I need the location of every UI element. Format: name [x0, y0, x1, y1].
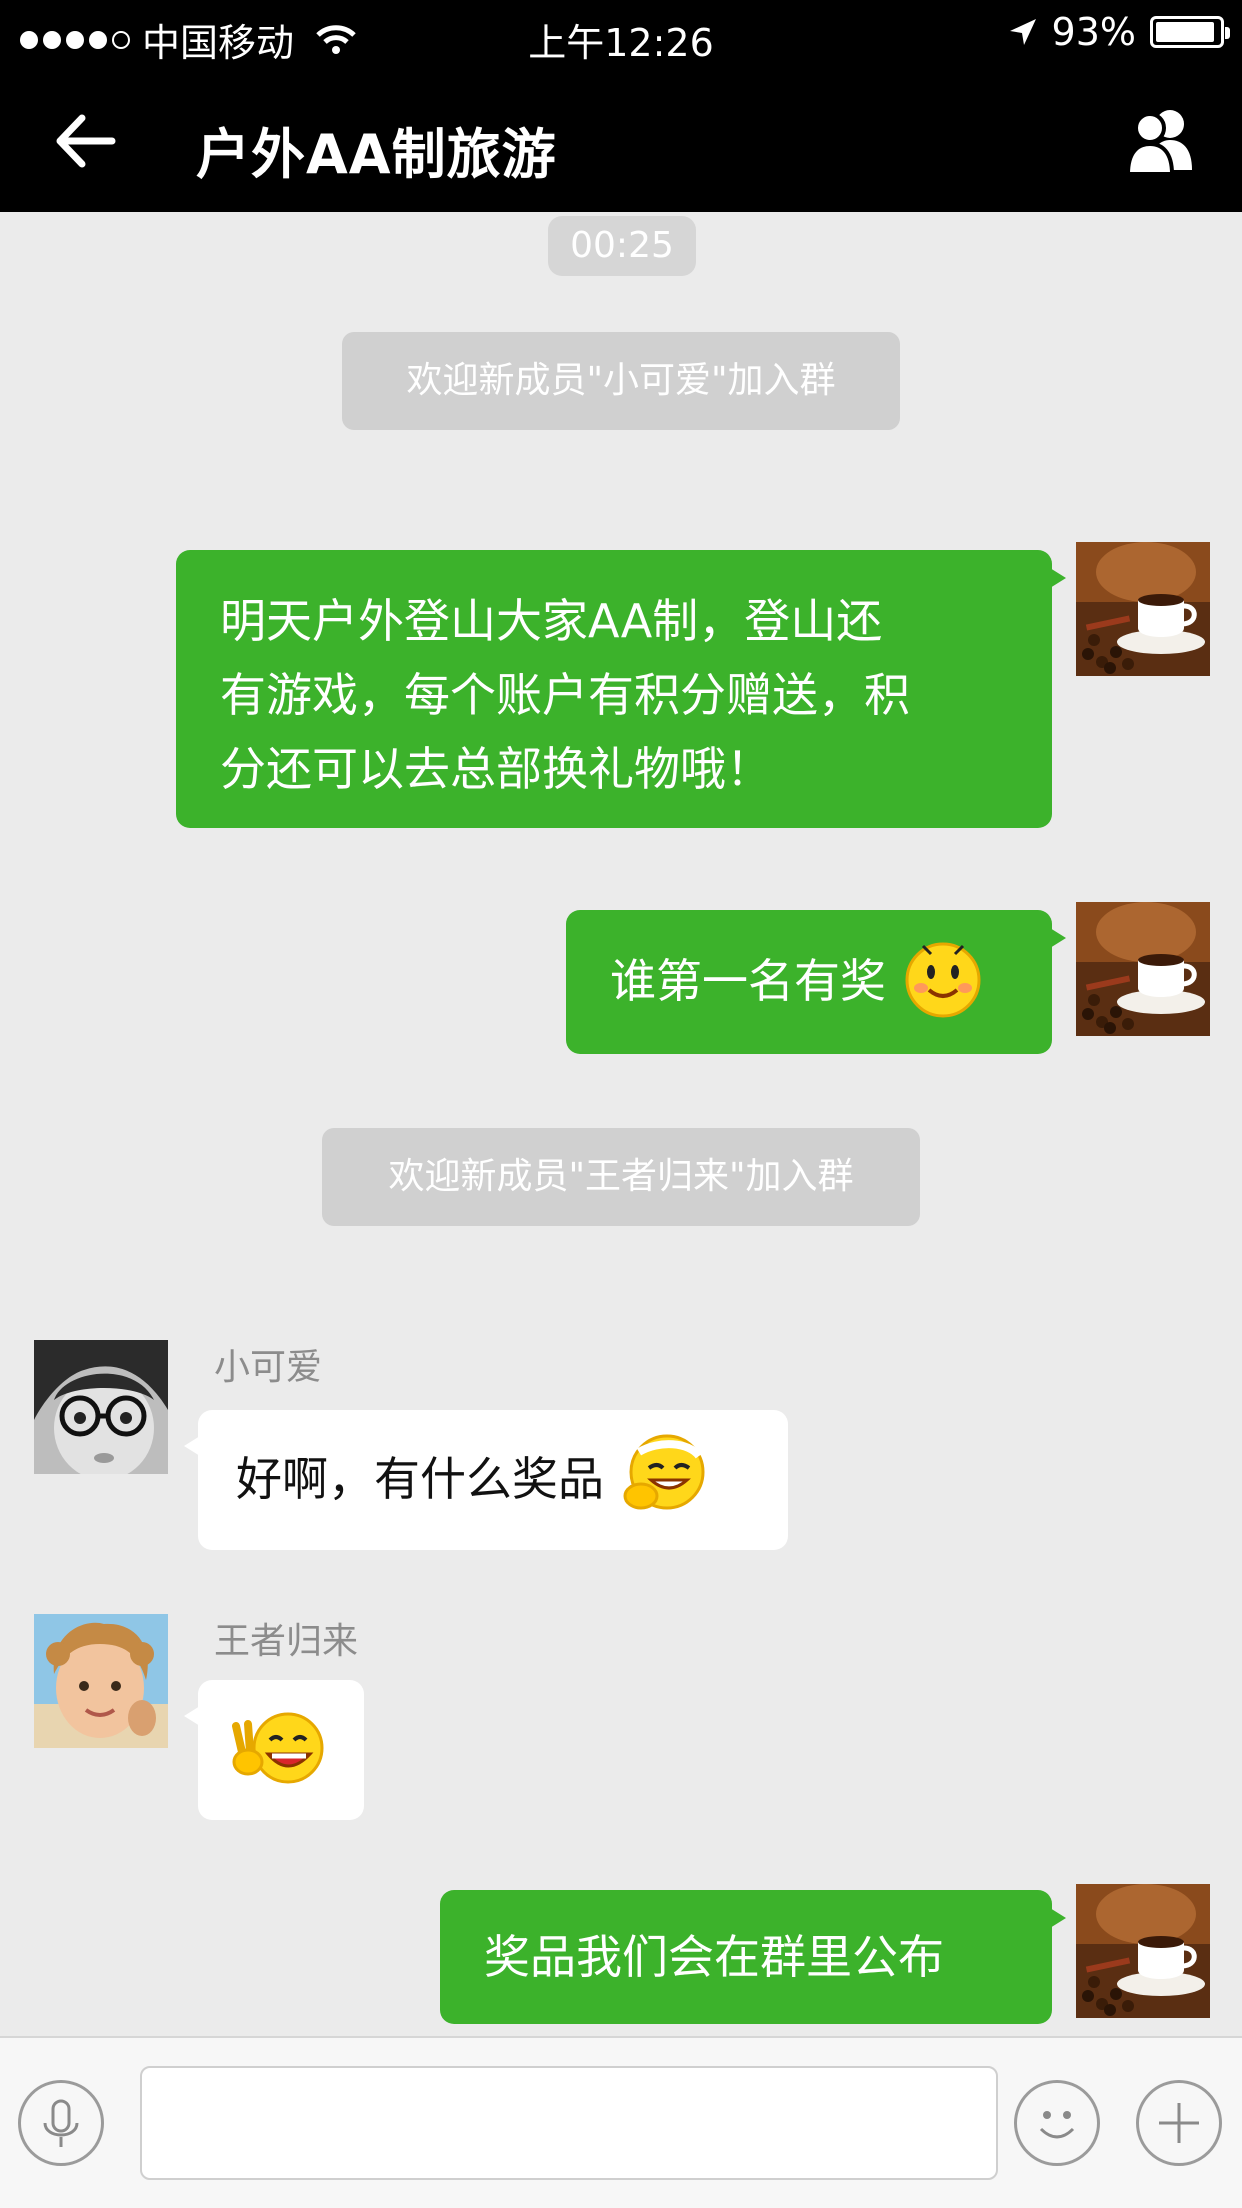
- voice-button[interactable]: [18, 2080, 104, 2166]
- timestamp-pill: 00:25: [548, 216, 696, 276]
- coffee-avatar-image: [1076, 1884, 1210, 2018]
- message-line: 明天户外登山大家AA制，登山还: [220, 594, 883, 648]
- child-avatar-image: [34, 1614, 168, 1748]
- message-bubble-outgoing[interactable]: 明天户外登山大家AA制，登山还 有游戏，每个账户有积分赠送，积 分还可以去总部换…: [176, 550, 1066, 828]
- battery-icon: [1150, 16, 1230, 48]
- avatar-self[interactable]: [1076, 902, 1210, 1036]
- sender-name: 王者归来: [214, 1621, 359, 1662]
- message-line: 分还可以去总部换礼物哦！: [220, 742, 772, 796]
- avatar-self[interactable]: [1076, 1884, 1210, 2018]
- system-message-join: 欢迎新成员"小可爱"加入群: [342, 332, 900, 430]
- message-text: 奖品我们会在群里公布: [484, 1930, 944, 1984]
- message-bubble-incoming[interactable]: 好啊，有什么奖品: [184, 1410, 788, 1550]
- message-bubble-outgoing[interactable]: 奖品我们会在群里公布: [440, 1890, 1066, 2024]
- sender-name: 小可爱: [214, 1347, 323, 1388]
- grin-emoji-icon: [623, 1434, 705, 1509]
- avatar-xiaokeai[interactable]: [34, 1340, 168, 1474]
- page-title: 户外AA制旅游: [196, 123, 557, 186]
- microphone-icon: [43, 2099, 79, 2147]
- nav-bar: 户外AA制旅游: [0, 70, 1242, 212]
- message-line: 有游戏，每个账户有积分赠送，积: [220, 668, 910, 722]
- emoji-button[interactable]: [1014, 2080, 1100, 2166]
- coffee-avatar-image: [1076, 902, 1210, 1036]
- more-button[interactable]: [1136, 2080, 1222, 2166]
- message-text: 好啊，有什么奖品: [236, 1452, 604, 1506]
- smile-emoji-icon: [905, 942, 981, 1017]
- avatar-wangzheguilai[interactable]: [34, 1614, 168, 1748]
- back-arrow-icon[interactable]: [50, 106, 120, 176]
- status-bar: 中国移动 上午12:26 93%: [0, 0, 1242, 70]
- girl-avatar-image: [34, 1340, 168, 1474]
- plus-icon: [1159, 2103, 1199, 2143]
- message-bubble-incoming[interactable]: [184, 1680, 364, 1820]
- group-members-icon[interactable]: [1122, 104, 1198, 180]
- victory-laugh-emoji-icon: [232, 1712, 324, 1784]
- status-right: 93%: [1008, 10, 1230, 54]
- coffee-avatar-image: [1076, 542, 1210, 676]
- system-message-join: 欢迎新成员"王者归来"加入群: [322, 1128, 920, 1226]
- avatar-self[interactable]: [1076, 542, 1210, 676]
- location-arrow-icon: [1009, 19, 1036, 45]
- battery-percent: 93%: [1051, 10, 1136, 54]
- input-bar: [0, 2036, 1242, 2208]
- message-text: 谁第一名有奖: [610, 954, 886, 1008]
- smiley-icon: [1039, 2111, 1075, 2139]
- message-input[interactable]: [140, 2066, 998, 2180]
- message-bubble-outgoing[interactable]: 谁第一名有奖: [566, 910, 1066, 1054]
